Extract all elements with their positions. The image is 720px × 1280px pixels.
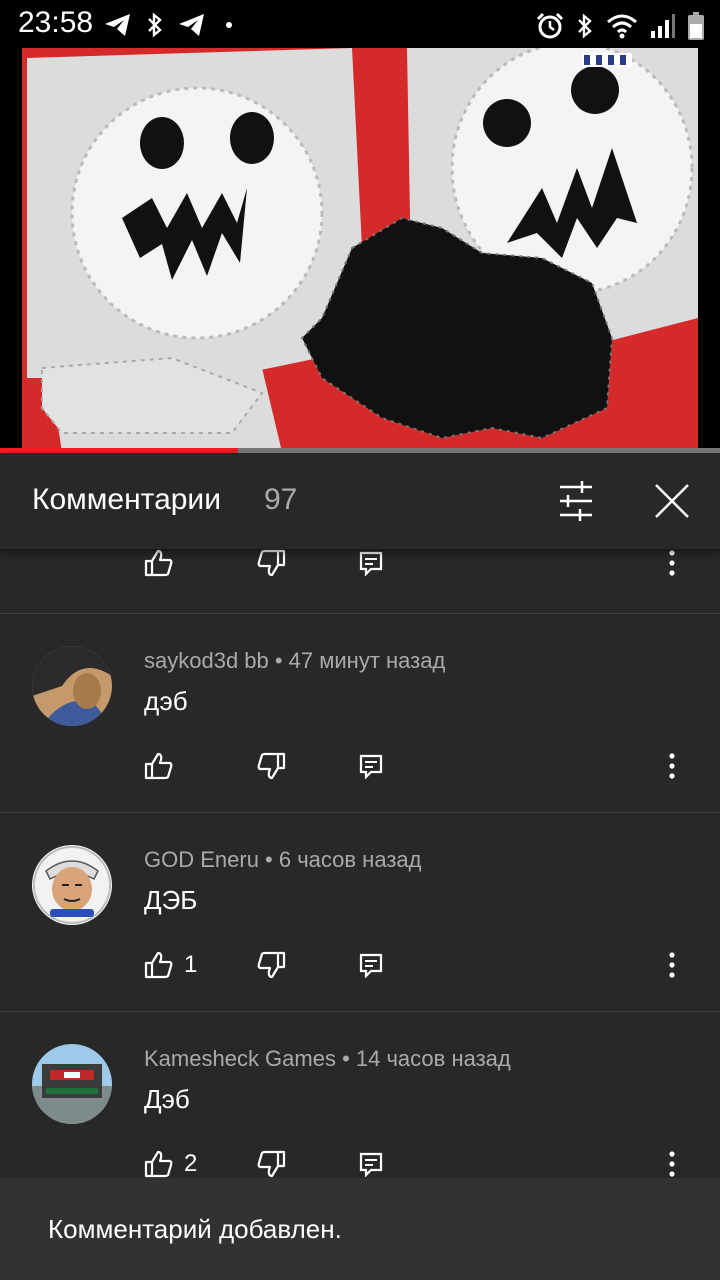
like-count: 2 [184, 1150, 198, 1177]
thumbs-down-icon [257, 752, 286, 780]
comment-item: GOD Eneru • 6 часов назад ДЭБ 1 [0, 812, 720, 1011]
comment-text: Дэб [144, 1084, 190, 1114]
close-button[interactable] [648, 477, 696, 525]
more-vert-icon [669, 1151, 675, 1177]
thumbs-down-icon [257, 549, 286, 577]
status-time: 23:58 [18, 6, 94, 39]
signal-icon [651, 14, 675, 38]
comment-actions: 1 [0, 943, 720, 987]
comment-item: saykod3d bb • 47 минут назад дэб [0, 613, 720, 812]
thumbs-down-icon [257, 951, 286, 979]
avatar[interactable] [32, 1044, 112, 1124]
comment-text: дэб [144, 686, 188, 716]
comment-meta: GOD Eneru • 6 часов назад [144, 847, 422, 872]
sliders-icon [560, 481, 592, 521]
battery-icon [688, 12, 704, 40]
avatar[interactable] [32, 646, 112, 726]
more-vert-icon [669, 550, 675, 576]
comment-actions [0, 549, 720, 585]
telegram-icon [179, 14, 204, 36]
like-button[interactable] [144, 549, 174, 585]
like-button[interactable] [144, 744, 184, 788]
video-player[interactable] [0, 48, 720, 452]
comments-list[interactable]: saykod3d bb • 47 минут назад дэб GOD Ene… [0, 549, 720, 1280]
status-bar: 23:58 [0, 0, 720, 48]
notification-dot [226, 22, 232, 28]
more-options-button[interactable] [668, 943, 676, 987]
more-options-button[interactable] [668, 744, 676, 788]
alarm-icon [536, 12, 564, 39]
like-count: 1 [184, 951, 198, 978]
avatar[interactable] [32, 845, 112, 925]
comment-text: ДЭБ [144, 885, 198, 915]
dislike-button[interactable] [256, 943, 286, 987]
more-vert-icon [669, 753, 675, 779]
video-thumbnail-illustration [22, 48, 698, 452]
comment-actions [0, 744, 720, 788]
comments-panel: Комментарии 97 saykod3d bb • 47 минут на… [0, 453, 720, 1280]
close-icon [655, 484, 689, 518]
comments-count: 97 [264, 483, 298, 516]
dislike-button[interactable] [256, 744, 286, 788]
comment-meta: Kamesheck Games • 14 часов назад [144, 1046, 511, 1071]
wifi-icon [607, 14, 637, 39]
bluetooth-icon [148, 12, 162, 38]
reply-icon [359, 754, 383, 779]
reply-button[interactable] [358, 943, 384, 987]
like-button[interactable]: 1 [144, 943, 197, 987]
sort-filter-button[interactable] [552, 479, 600, 523]
reply-icon [359, 953, 383, 978]
reply-button[interactable] [358, 549, 384, 585]
more-options-button[interactable] [668, 549, 676, 585]
video-frame[interactable] [22, 48, 698, 452]
reply-icon [359, 1152, 383, 1177]
telegram-icon [105, 14, 130, 36]
dislike-button[interactable] [256, 549, 286, 585]
reply-button[interactable] [358, 744, 384, 788]
snackbar-message: Комментарий добавлен. [48, 1214, 342, 1244]
comments-header: Комментарии 97 [0, 453, 720, 549]
snackbar: Комментарий добавлен. [0, 1178, 720, 1280]
comments-title: Комментарии [32, 483, 221, 516]
reply-icon [359, 551, 383, 576]
thumbs-up-icon [144, 1150, 173, 1178]
thumbs-up-icon [144, 951, 173, 979]
bluetooth-icon [578, 13, 592, 39]
thumbs-up-icon [144, 549, 173, 577]
thumbs-down-icon [257, 1150, 286, 1178]
more-vert-icon [669, 952, 675, 978]
thumbs-up-icon [144, 752, 173, 780]
comment-meta: saykod3d bb • 47 минут назад [144, 648, 446, 673]
